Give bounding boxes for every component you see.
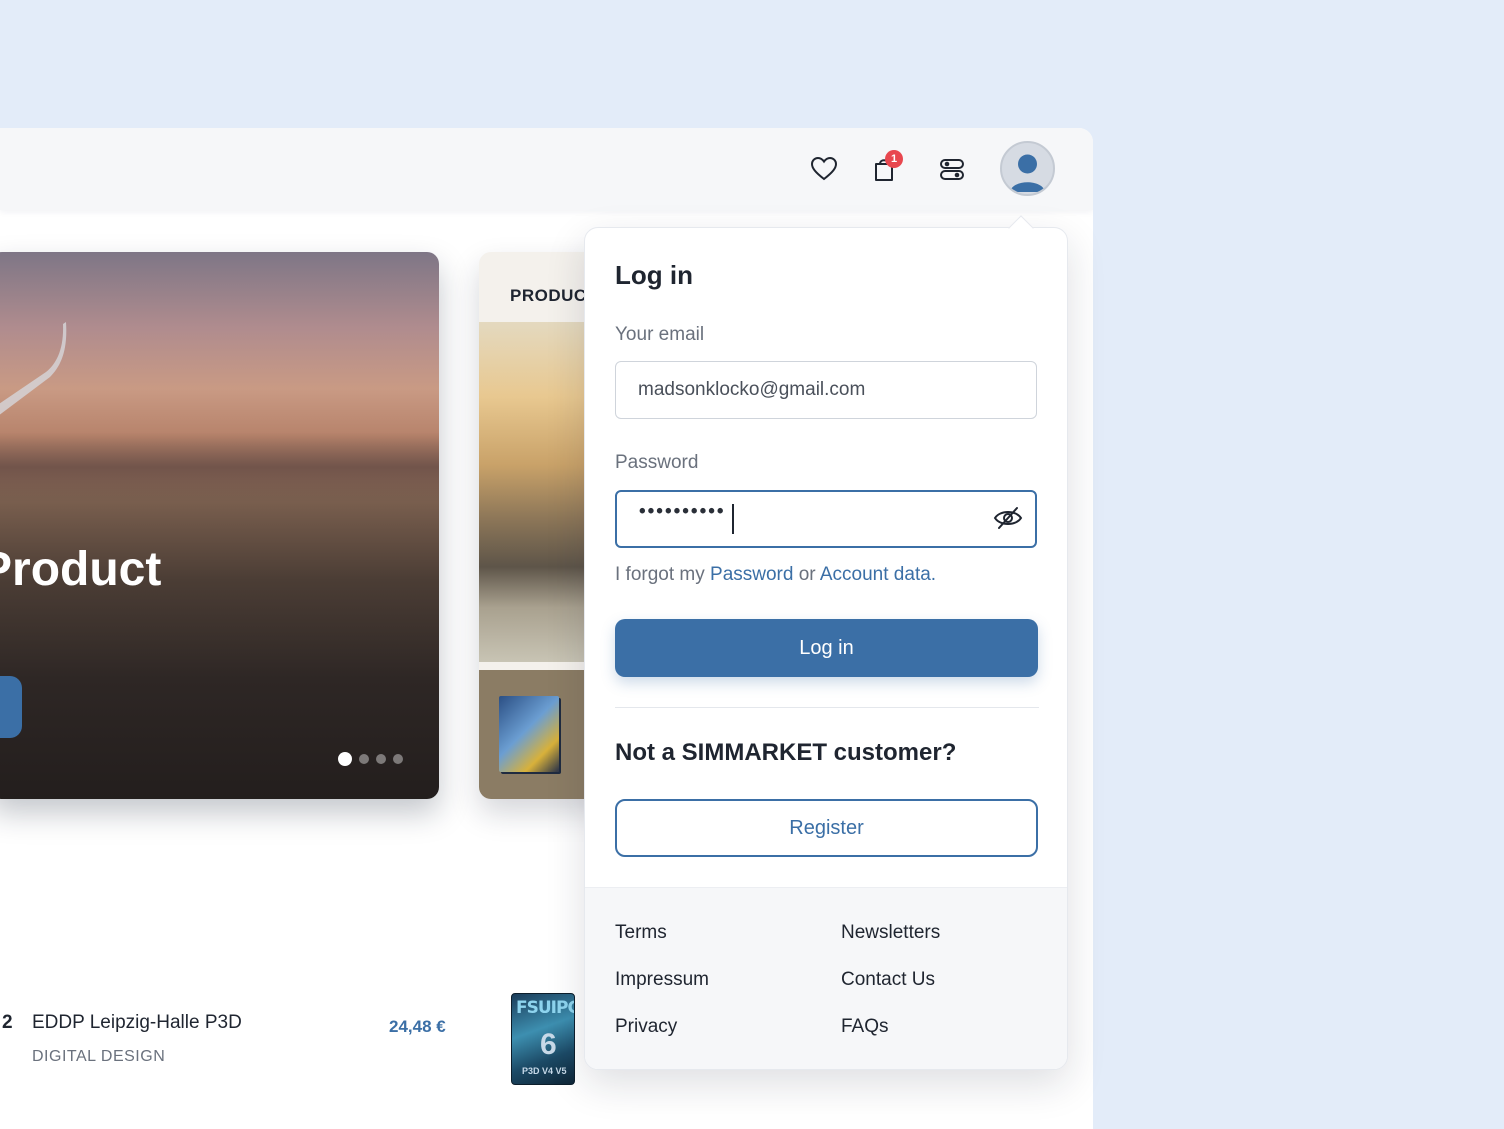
eye-slash-icon[interactable] bbox=[993, 505, 1023, 531]
contact-us-link[interactable]: Contact Us bbox=[841, 969, 935, 991]
register-prompt: Not a SIMMARKET customer? bbox=[615, 739, 957, 766]
forgot-account-link[interactable]: Account data bbox=[820, 564, 931, 585]
dropdown-footer-links: Terms Impressum Privacy Newsletters Cont… bbox=[585, 887, 1067, 1069]
slider-dots bbox=[338, 752, 403, 766]
product-thumbnail[interactable]: FSUIPC 6 P3D V4 V5 bbox=[511, 993, 575, 1085]
preferences-button[interactable] bbox=[935, 152, 969, 186]
list-item-vendor: DIGITAL DESIGN bbox=[32, 1048, 166, 1065]
login-title: Log in bbox=[615, 260, 693, 290]
text-cursor bbox=[732, 504, 734, 534]
section-divider bbox=[615, 707, 1039, 708]
user-avatar-button[interactable] bbox=[1000, 141, 1055, 196]
hero-cta-button[interactable] bbox=[0, 676, 22, 738]
thumbnail-number: 6 bbox=[540, 1028, 557, 1061]
login-dropdown: Log in Your email Password •••••••••• I … bbox=[584, 227, 1068, 1070]
thumbnail-subtitle: P3D V4 V5 bbox=[522, 1066, 567, 1076]
slider-dot-2[interactable] bbox=[359, 754, 369, 764]
cart-button[interactable]: 1 bbox=[867, 150, 903, 186]
top-navigation-bar: 1 bbox=[0, 128, 1093, 210]
product-card-label: PRODUC bbox=[510, 286, 587, 305]
cart-count-badge: 1 bbox=[885, 150, 903, 168]
slider-dot-3[interactable] bbox=[376, 754, 386, 764]
newsletters-link[interactable]: Newsletters bbox=[841, 922, 940, 944]
register-button[interactable]: Register bbox=[615, 799, 1038, 857]
user-icon bbox=[1010, 154, 1045, 192]
forgot-suffix: . bbox=[930, 564, 937, 585]
hero-clouds bbox=[0, 432, 439, 502]
forgot-prefix: I forgot my bbox=[615, 564, 705, 585]
faqs-link[interactable]: FAQs bbox=[841, 1016, 889, 1038]
settings-toggle-icon bbox=[940, 159, 964, 180]
forgot-password-link[interactable]: Password bbox=[710, 564, 793, 585]
hero-slider: Product bbox=[0, 252, 439, 799]
wishlist-button[interactable] bbox=[807, 152, 841, 186]
forgot-or: or bbox=[798, 564, 816, 585]
password-masked-value: •••••••••• bbox=[639, 501, 726, 522]
email-field[interactable] bbox=[615, 361, 1037, 419]
list-item-title[interactable]: EDDP Leipzig-Halle P3D bbox=[32, 1012, 242, 1034]
list-rank: 2 bbox=[2, 1012, 13, 1033]
password-label: Password bbox=[615, 452, 699, 473]
terms-link[interactable]: Terms bbox=[615, 922, 667, 944]
list-item-price: 24,48 € bbox=[389, 1017, 446, 1036]
hero-title: Product bbox=[0, 543, 162, 596]
privacy-link[interactable]: Privacy bbox=[615, 1016, 677, 1038]
email-label: Your email bbox=[615, 324, 705, 345]
heart-icon bbox=[810, 156, 838, 181]
aircraft-wing-image bbox=[0, 322, 67, 415]
thumbnail-title: FSUIPC bbox=[516, 998, 575, 1018]
product-box-image bbox=[499, 696, 559, 772]
slider-dot-1[interactable] bbox=[338, 752, 352, 766]
slider-dot-4[interactable] bbox=[393, 754, 403, 764]
forgot-credentials-text: I forgot my Password or Account data. bbox=[615, 564, 936, 586]
impressum-link[interactable]: Impressum bbox=[615, 969, 709, 991]
login-button[interactable]: Log in bbox=[615, 619, 1038, 677]
